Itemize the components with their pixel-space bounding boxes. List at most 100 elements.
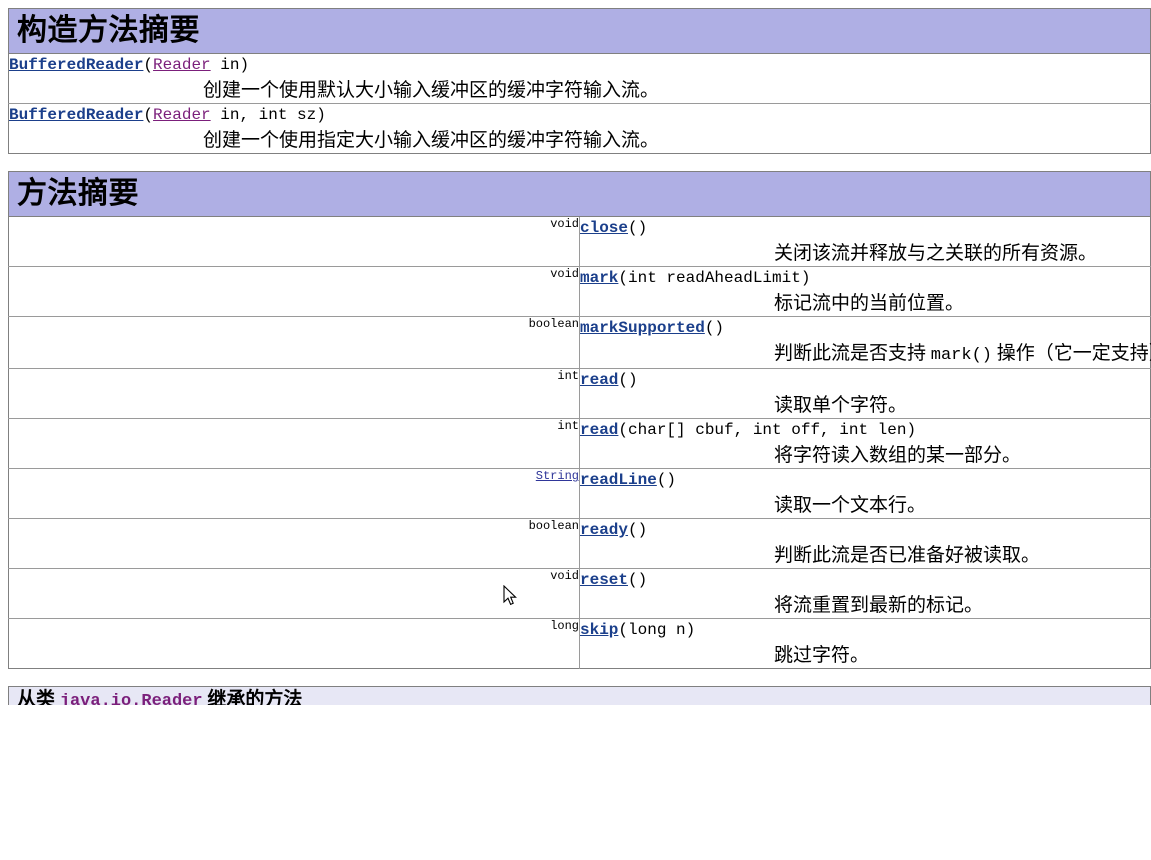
- method-signature: read(char[] cbuf, int off, int len): [580, 419, 1150, 441]
- method-return-type-cell: boolean: [8, 518, 580, 569]
- method-summary-title: 方法摘要: [17, 177, 139, 210]
- method-entry-cell: ready() 判断此流是否已准备好被读取。: [579, 518, 1151, 569]
- method-description: 将流重置到最新的标记。: [774, 595, 984, 616]
- table-row: String readLine() 读取一个文本行。: [8, 468, 1151, 519]
- method-description-code: mark(): [930, 346, 992, 365]
- constructor-name-link[interactable]: BufferedReader: [9, 56, 143, 74]
- inherited-class-link[interactable]: java.io.Reader: [60, 692, 203, 705]
- method-return-type: boolean: [528, 519, 579, 533]
- constructor-name-link[interactable]: BufferedReader: [9, 106, 143, 124]
- method-name-link[interactable]: ready: [580, 521, 628, 539]
- method-description: 读取单个字符。: [774, 395, 908, 416]
- constructor-param-rest: in): [210, 56, 250, 74]
- method-name-link[interactable]: read: [580, 421, 618, 439]
- constructor-signature: BufferedReader(Reader in): [9, 54, 1150, 76]
- constructor-summary-title: 构造方法摘要: [17, 14, 200, 47]
- constructor-param-type-link[interactable]: Reader: [153, 56, 211, 74]
- method-signature: mark(int readAheadLimit): [580, 267, 1150, 289]
- method-description: 判断此流是否支持 mark() 操作（它一定支持）。: [774, 341, 1151, 368]
- method-name-link[interactable]: readLine: [580, 471, 657, 489]
- method-name-link[interactable]: reset: [580, 571, 628, 589]
- method-signature: readLine(): [580, 469, 1150, 491]
- inherited-methods-section: 从类 java.io.Reader 继承的方法: [8, 686, 1151, 705]
- inherited-suffix: 继承的方法: [202, 689, 303, 705]
- table-row: void reset() 将流重置到最新的标记。: [8, 568, 1151, 619]
- method-return-type-cell: int: [8, 418, 580, 469]
- method-name-link[interactable]: mark: [580, 269, 618, 287]
- method-signature: read(): [580, 369, 1150, 391]
- method-return-type-cell: void: [8, 568, 580, 619]
- constructor-summary-banner-row: 构造方法摘要: [8, 8, 1151, 54]
- method-parameters: (): [704, 319, 725, 337]
- method-name-link[interactable]: close: [580, 219, 628, 237]
- constructor-param-rest: in, int sz): [210, 106, 326, 124]
- method-return-type-cell: void: [8, 216, 580, 267]
- method-return-type-link[interactable]: String: [536, 469, 579, 483]
- method-entry-cell: read() 读取单个字符。: [579, 368, 1151, 419]
- constructor-summary-banner-cell: 构造方法摘要: [8, 8, 1151, 54]
- method-return-type-cell: String: [8, 468, 580, 519]
- method-return-type-cell: long: [8, 618, 580, 669]
- method-return-type: long: [550, 619, 579, 633]
- method-name-link[interactable]: skip: [580, 621, 618, 639]
- table-row: long skip(long n) 跳过字符。: [8, 618, 1151, 669]
- method-description: 关闭该流并释放与之关联的所有资源。: [774, 243, 1098, 264]
- table-row: boolean ready() 判断此流是否已准备好被读取。: [8, 518, 1151, 569]
- method-entry-cell: close() 关闭该流并释放与之关联的所有资源。: [579, 216, 1151, 267]
- inherited-prefix: 从类: [17, 689, 60, 705]
- method-description: 标记流中的当前位置。: [774, 293, 965, 314]
- method-parameters: (char[] cbuf, int off, int len): [618, 421, 917, 439]
- method-return-type-cell: void: [8, 266, 580, 317]
- method-return-type: boolean: [528, 317, 579, 331]
- method-parameters: (): [628, 571, 648, 589]
- constructor-description: 创建一个使用默认大小输入缓冲区的缓冲字符输入流。: [203, 80, 660, 101]
- method-return-type: int: [557, 419, 579, 433]
- inherited-methods-banner: 从类 java.io.Reader 继承的方法: [9, 687, 1150, 705]
- method-name-link[interactable]: markSupported: [580, 319, 705, 337]
- method-parameters: (long n): [618, 621, 696, 639]
- method-name-link[interactable]: read: [580, 371, 618, 389]
- javadoc-page: 构造方法摘要 BufferedReader(Reader in) 创建一个使用默…: [0, 0, 1151, 705]
- constructor-param-type-link[interactable]: Reader: [153, 106, 211, 124]
- method-signature: close(): [580, 217, 1150, 239]
- method-return-type: void: [550, 267, 579, 281]
- method-parameters: (): [628, 521, 648, 539]
- method-entry-cell: reset() 将流重置到最新的标记。: [579, 568, 1151, 619]
- method-summary-table: 方法摘要 void close() 关闭该流并释放与之关联的所有资源。 void mar…: [8, 171, 1151, 669]
- constructor-paren-open: (: [143, 56, 154, 74]
- method-return-type: void: [550, 217, 579, 231]
- table-row: BufferedReader(Reader in) 创建一个使用默认大小输入缓冲…: [8, 53, 1151, 104]
- method-summary-banner-cell: 方法摘要: [8, 171, 1151, 217]
- table-row: void mark(int readAheadLimit) 标记流中的当前位置。: [8, 266, 1151, 317]
- method-entry-cell: readLine() 读取一个文本行。: [579, 468, 1151, 519]
- method-description: 跳过字符。: [774, 645, 870, 666]
- method-entry-cell: markSupported()判断此流是否支持 mark() 操作（它一定支持）…: [579, 316, 1151, 369]
- method-summary-banner-row: 方法摘要: [8, 171, 1151, 217]
- constructor-summary-body: 构造方法摘要 BufferedReader(Reader in) 创建一个使用默…: [8, 8, 1151, 154]
- method-signature: skip(long n): [580, 619, 1150, 641]
- method-signature: ready(): [580, 519, 1150, 541]
- method-signature: reset(): [580, 569, 1150, 591]
- method-return-type-cell: int: [8, 368, 580, 419]
- constructor-entry-cell: BufferedReader(Reader in, int sz) 创建一个使用…: [8, 103, 1151, 154]
- method-description: 判断此流是否已准备好被读取。: [774, 545, 1041, 566]
- table-row: void close() 关闭该流并释放与之关联的所有资源。: [8, 216, 1151, 267]
- method-return-type-cell: boolean: [8, 316, 580, 369]
- constructor-entry-cell: BufferedReader(Reader in) 创建一个使用默认大小输入缓冲…: [8, 53, 1151, 104]
- constructor-description: 创建一个使用指定大小输入缓冲区的缓冲字符输入流。: [203, 130, 660, 151]
- table-row: BufferedReader(Reader in, int sz) 创建一个使用…: [8, 103, 1151, 154]
- method-description: 读取一个文本行。: [774, 495, 927, 516]
- method-description-part: 判断此流是否支持: [774, 343, 931, 364]
- table-row: boolean markSupported() 判断此流是否支持 mark() 操作…: [8, 316, 1151, 369]
- table-row: int read(char[] cbuf, int off, int len) 将字…: [8, 418, 1151, 469]
- method-description: 将字符读入数组的某一部分。: [774, 445, 1022, 466]
- method-entry-cell: skip(long n) 跳过字符。: [579, 618, 1151, 669]
- method-description-part: 操作（它一定支持）。: [996, 343, 1151, 364]
- constructor-signature: BufferedReader(Reader in, int sz): [9, 104, 1150, 126]
- method-signature: markSupported(): [580, 317, 1150, 339]
- constructor-summary-table: 构造方法摘要 BufferedReader(Reader in) 创建一个使用默…: [8, 8, 1151, 154]
- method-parameters: (int readAheadLimit): [618, 269, 811, 287]
- constructor-paren-open: (: [143, 106, 154, 124]
- method-entry-cell: read(char[] cbuf, int off, int len) 将字符读入…: [579, 418, 1151, 469]
